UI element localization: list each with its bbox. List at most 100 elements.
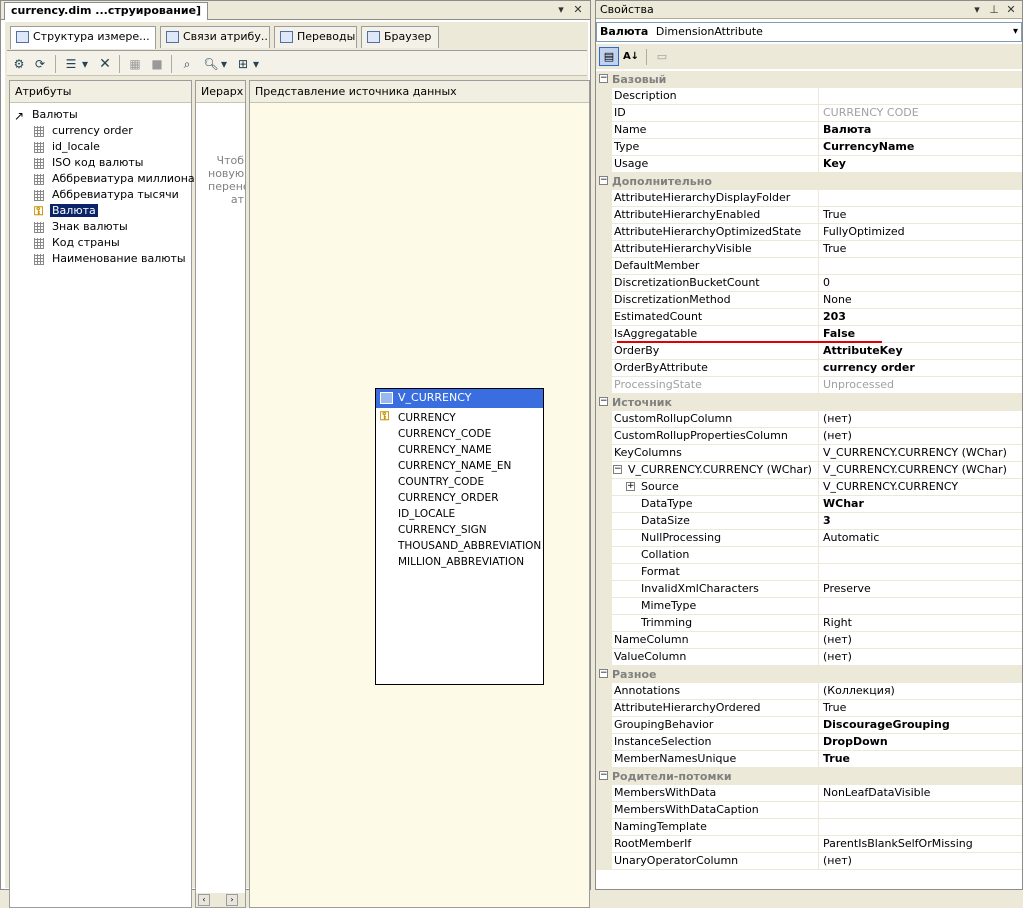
table-column[interactable]: COUNTRY_CODE xyxy=(398,474,484,490)
delete-icon[interactable]: ✕ xyxy=(97,56,113,72)
sort-alphabetical-icon[interactable]: A↓ xyxy=(621,47,641,66)
property-value[interactable] xyxy=(820,802,1020,819)
property-name[interactable]: MimeType xyxy=(612,598,819,615)
categorized-icon[interactable]: ▤ xyxy=(599,47,619,66)
property-value[interactable]: NonLeafDataVisible xyxy=(820,785,1020,802)
property-value[interactable]: (нет) xyxy=(820,649,1020,666)
property-name[interactable]: Collation xyxy=(612,547,819,564)
property-row[interactable]: Annotations (Коллекция) xyxy=(596,683,1022,700)
property-value[interactable]: CurrencyName xyxy=(820,139,1020,156)
property-value[interactable]: True xyxy=(820,207,1020,224)
property-name[interactable]: Description xyxy=(612,88,819,105)
property-row[interactable]: OrderBy AttributeKey xyxy=(596,343,1022,360)
table-column[interactable]: CURRENCY_NAME_EN xyxy=(398,458,511,474)
property-name[interactable]: Type xyxy=(612,139,819,156)
property-row[interactable]: Name Валюта xyxy=(596,122,1022,139)
zoom-icon[interactable]: 🔍︎ xyxy=(203,56,219,72)
property-value[interactable]: DiscourageGrouping xyxy=(820,717,1020,734)
grid-icon[interactable]: ▦ xyxy=(127,56,143,72)
property-value[interactable]: V_CURRENCY.CURRENCY (WChar) xyxy=(820,445,1020,462)
table-v-currency[interactable]: V_CURRENCY ⚿ CURRENCY CURRENCY_CODE CURR… xyxy=(375,388,544,685)
property-name[interactable]: AttributeHierarchyOptimizedState xyxy=(612,224,819,241)
property-name[interactable]: DataSize xyxy=(612,513,819,530)
property-row[interactable]: DefaultMember xyxy=(596,258,1022,275)
window-dropdown-icon[interactable]: ▾ xyxy=(970,3,984,17)
property-row[interactable]: MimeType xyxy=(596,598,1022,615)
property-name[interactable]: + Source xyxy=(612,479,819,496)
object-selector[interactable]: Валюта DimensionAttribute ▾ xyxy=(596,22,1022,42)
property-value[interactable]: None xyxy=(820,292,1020,309)
property-name[interactable]: DiscretizationBucketCount xyxy=(612,275,819,292)
find-table-icon[interactable]: ⌕ xyxy=(179,56,195,72)
property-row[interactable]: ValueColumn (нет) xyxy=(596,649,1022,666)
property-row[interactable]: OrderByAttribute currency order xyxy=(596,360,1022,377)
property-value[interactable] xyxy=(820,598,1020,615)
property-value[interactable]: V_CURRENCY.CURRENCY (WChar) xyxy=(820,462,1020,479)
property-value[interactable] xyxy=(820,88,1020,105)
property-value[interactable]: Right xyxy=(820,615,1020,632)
property-row[interactable]: ProcessingState Unprocessed xyxy=(596,377,1022,394)
dropdown-arrow-icon[interactable]: ▾ xyxy=(220,56,228,72)
close-icon[interactable]: ✕ xyxy=(571,3,585,17)
property-row[interactable]: Description xyxy=(596,88,1022,105)
table-column[interactable]: MILLION_ABBREVIATION xyxy=(398,554,524,570)
property-row[interactable]: NameColumn (нет) xyxy=(596,632,1022,649)
property-name[interactable]: Usage xyxy=(612,156,819,173)
property-value[interactable]: AttributeKey xyxy=(820,343,1020,360)
attribute-item[interactable]: Знак валюты xyxy=(10,219,190,235)
property-row[interactable]: AttributeHierarchyDisplayFolder xyxy=(596,190,1022,207)
property-name[interactable]: Format xyxy=(612,564,819,581)
stop-icon[interactable]: ■ xyxy=(149,56,165,72)
property-name[interactable]: OrderByAttribute xyxy=(612,360,819,377)
property-name[interactable]: OrderBy xyxy=(612,343,819,360)
property-category[interactable]: − Разное xyxy=(596,666,1022,683)
collapse-icon[interactable]: − xyxy=(599,74,608,83)
property-name[interactable]: ID xyxy=(612,105,819,122)
property-name[interactable]: AttributeHierarchyVisible xyxy=(612,241,819,258)
property-name[interactable]: RootMemberIf xyxy=(612,836,819,853)
property-name[interactable]: NullProcessing xyxy=(612,530,819,547)
property-value[interactable]: True xyxy=(820,751,1020,768)
window-dropdown-icon[interactable]: ▾ xyxy=(554,3,568,17)
property-row[interactable]: + Source V_CURRENCY.CURRENCY xyxy=(596,479,1022,496)
refresh-icon[interactable]: ⟳ xyxy=(32,56,48,72)
tab-attribute-relationships[interactable]: Связи атрибу... xyxy=(160,26,270,48)
property-row[interactable]: DiscretizationBucketCount 0 xyxy=(596,275,1022,292)
tree-root-dimension[interactable]: ↗ Валюты xyxy=(14,107,78,123)
collapse-icon[interactable]: − xyxy=(599,397,608,406)
property-value[interactable] xyxy=(820,190,1020,207)
property-value[interactable]: (нет) xyxy=(820,428,1020,445)
property-row[interactable]: −KeyColumnsV_CURRENCY.CURRENCY (WChar) xyxy=(596,445,1022,462)
property-row[interactable]: AttributeHierarchyEnabled True xyxy=(596,207,1022,224)
property-name[interactable]: MembersWithData xyxy=(612,785,819,802)
property-row[interactable]: DataSize 3 xyxy=(596,513,1022,530)
table-column[interactable]: ID_LOCALE xyxy=(398,506,455,522)
property-value[interactable]: ParentIsBlankSelfOrMissing xyxy=(820,836,1020,853)
table-column[interactable]: THOUSAND_ABBREVIATION xyxy=(398,538,541,554)
collapse-icon[interactable]: − xyxy=(613,465,622,474)
property-name[interactable]: NamingTemplate xyxy=(612,819,819,836)
close-icon[interactable]: ✕ xyxy=(1004,3,1018,17)
property-value[interactable]: V_CURRENCY.CURRENCY xyxy=(820,479,1020,496)
property-name[interactable]: ProcessingState xyxy=(612,377,819,394)
property-name[interactable]: −KeyColumns xyxy=(612,445,819,462)
property-row[interactable]: UnaryOperatorColumn (нет) xyxy=(596,853,1022,870)
property-row[interactable]: MemberNamesUnique True xyxy=(596,751,1022,768)
property-value[interactable]: (нет) xyxy=(820,411,1020,428)
property-row[interactable]: InstanceSelection DropDown xyxy=(596,734,1022,751)
property-row[interactable]: EstimatedCount 203 xyxy=(596,309,1022,326)
arrange-tables-icon[interactable]: ⊞ xyxy=(235,56,251,72)
horizontal-scrollbar[interactable]: ‹ › xyxy=(196,893,245,907)
attribute-item-selected[interactable]: ⚿ Валюта xyxy=(10,203,190,219)
tab-translations[interactable]: Переводы xyxy=(274,26,357,48)
document-tab[interactable]: currency.dim ...струирование] xyxy=(4,2,209,20)
property-category[interactable]: − Родители-потомки xyxy=(596,768,1022,785)
pin-icon[interactable]: ⊥ xyxy=(987,3,1001,17)
property-value[interactable]: FullyOptimized xyxy=(820,224,1020,241)
property-row[interactable]: MembersWithData NonLeafDataVisible xyxy=(596,785,1022,802)
property-row[interactable]: InvalidXmlCharacters Preserve xyxy=(596,581,1022,598)
property-value[interactable]: True xyxy=(820,700,1020,717)
property-name[interactable]: MemberNamesUnique xyxy=(612,751,819,768)
property-row[interactable]: ID CURRENCY CODE xyxy=(596,105,1022,122)
scroll-left-icon[interactable]: ‹ xyxy=(198,894,210,906)
